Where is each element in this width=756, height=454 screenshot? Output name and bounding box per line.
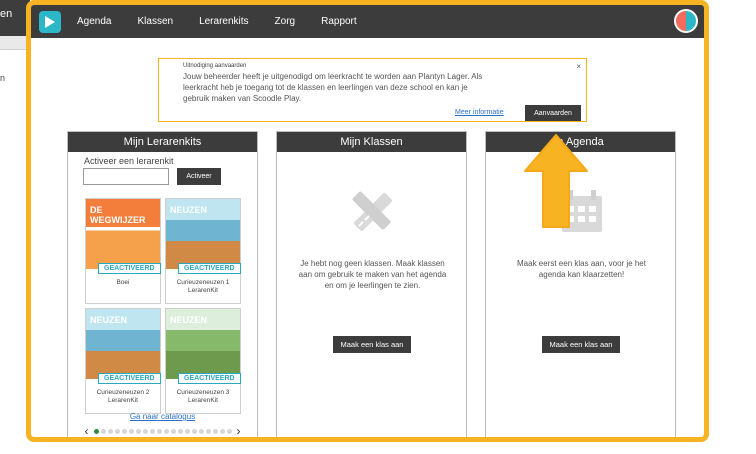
kit-name: Curieuzeneuzen 1 LerarenKit xyxy=(176,279,230,294)
pager-dot[interactable] xyxy=(156,428,162,434)
pager-dot[interactable] xyxy=(219,428,225,434)
main-nav: Agenda Klassen Lerarenkits Zorg Rapport xyxy=(77,16,383,27)
nav-zorg[interactable]: Zorg xyxy=(275,16,296,27)
pager-dot[interactable] xyxy=(142,428,148,434)
highlight-arrow-icon xyxy=(524,134,588,228)
kit-cover-image: DE WEGWIJZER xyxy=(86,199,160,269)
kit-name: Curieuzeneuzen 3 LerarenKit xyxy=(176,389,230,404)
pager-dot[interactable] xyxy=(191,428,197,434)
teacher-kits-panel: Mijn Lerarenkits Activeer een lerarenkit… xyxy=(67,131,258,437)
kit-card-curieuzeneuzen-3[interactable]: NEUZEN GEACTIVEERD Curieuzeneuzen 3 Lera… xyxy=(165,308,241,414)
close-icon[interactable]: × xyxy=(576,62,581,71)
nav-agenda[interactable]: Agenda xyxy=(77,16,111,27)
kit-name: Curieuzeneuzen 2 LerarenKit xyxy=(96,389,150,404)
create-class-button[interactable]: Maak een klas aan xyxy=(333,336,411,353)
activated-badge: GEACTIVEERD xyxy=(178,263,241,274)
pager-dot[interactable] xyxy=(107,428,113,434)
more-info-link[interactable]: Meer informatie xyxy=(455,109,504,116)
background-nav-fragment: en xyxy=(0,8,13,20)
activate-kit-input[interactable] xyxy=(83,168,169,185)
create-class-button-agenda[interactable]: Maak een klas aan xyxy=(542,336,620,353)
pencil-ruler-icon xyxy=(352,191,392,231)
kit-cover-image: NEUZEN xyxy=(166,309,240,379)
kit-cover-image: NEUZEN xyxy=(166,199,240,269)
pager-dot[interactable] xyxy=(128,428,134,434)
pager-dot[interactable] xyxy=(198,428,204,434)
kit-cover-word: NEUZEN xyxy=(90,315,128,325)
activated-badge: GEACTIVEERD xyxy=(178,373,241,384)
invitation-text: Jouw beheerder heeft je uitgenodigd om l… xyxy=(183,72,483,103)
catalog-link[interactable]: Ga naar catalogus xyxy=(68,412,257,421)
pager-dot[interactable] xyxy=(212,428,218,434)
agenda-empty-text: Maak eerst een klas aan, voor je het age… xyxy=(517,259,646,279)
invitation-title: Uitnodiging aanvaarden xyxy=(183,63,247,69)
invitation-notice: Uitnodiging aanvaarden Jouw beheerder he… xyxy=(158,58,587,122)
pager-dots xyxy=(93,428,233,434)
accept-invitation-button[interactable]: Aanvaarden xyxy=(525,105,581,121)
app-logo-icon[interactable] xyxy=(39,10,61,33)
highlighted-app-frame: Agenda Klassen Lerarenkits Zorg Rapport … xyxy=(26,0,709,442)
nav-lerarenkits[interactable]: Lerarenkits xyxy=(199,16,248,27)
activate-kit-button[interactable]: Activeer xyxy=(177,168,221,185)
classes-title: Mijn Klassen xyxy=(277,132,466,152)
kit-card-curieuzeneuzen-2[interactable]: NEUZEN GEACTIVEERD Curieuzeneuzen 2 Lera… xyxy=(85,308,161,414)
pager-dot[interactable] xyxy=(93,428,99,434)
activate-kit-label: Activeer een lerarenkit xyxy=(84,156,174,166)
pager-dot[interactable] xyxy=(170,428,176,434)
kit-pager: ‹ › xyxy=(68,424,257,437)
kit-card-boei[interactable]: DE WEGWIJZER GEACTIVEERD Boei xyxy=(85,198,161,304)
nav-rapport[interactable]: Rapport xyxy=(321,16,357,27)
kit-cover-image: NEUZEN xyxy=(86,309,160,379)
pager-dot[interactable] xyxy=(114,428,120,434)
nav-klassen[interactable]: Klassen xyxy=(137,16,173,27)
kit-cover-word: DE WEGWIJZER xyxy=(90,205,146,225)
pager-dot[interactable] xyxy=(163,428,169,434)
kit-card-curieuzeneuzen-1[interactable]: NEUZEN GEACTIVEERD Curieuzeneuzen 1 Lera… xyxy=(165,198,241,304)
pager-dot[interactable] xyxy=(100,428,106,434)
kit-grid: DE WEGWIJZER GEACTIVEERD Boei NEUZEN GEA… xyxy=(85,198,242,414)
top-navigation-bar: Agenda Klassen Lerarenkits Zorg Rapport xyxy=(31,5,704,38)
activated-badge: GEACTIVEERD xyxy=(98,263,161,274)
chevron-left-icon[interactable]: ‹ xyxy=(85,424,89,437)
kit-name: Boei xyxy=(116,279,130,286)
activated-badge: GEACTIVEERD xyxy=(98,373,161,384)
user-avatar[interactable] xyxy=(674,9,698,33)
no-classes-text: Je hebt nog geen klassen. Maak klassen a… xyxy=(298,259,447,290)
pager-dot[interactable] xyxy=(121,428,127,434)
pager-dot[interactable] xyxy=(205,428,211,434)
background-sub-fragment: n xyxy=(0,73,6,83)
classes-panel: Mijn Klassen Je hebt nog geen klassen. M… xyxy=(276,131,467,437)
pager-dot[interactable] xyxy=(226,428,232,434)
pager-dot[interactable] xyxy=(149,428,155,434)
kit-cover-word: NEUZEN xyxy=(170,315,208,325)
pager-dot[interactable] xyxy=(184,428,190,434)
pager-dot[interactable] xyxy=(135,428,141,434)
kit-cover-word: NEUZEN xyxy=(170,205,208,215)
pager-dot[interactable] xyxy=(177,428,183,434)
chevron-right-icon[interactable]: › xyxy=(237,424,241,437)
teacher-kits-title: Mijn Lerarenkits xyxy=(68,132,257,152)
